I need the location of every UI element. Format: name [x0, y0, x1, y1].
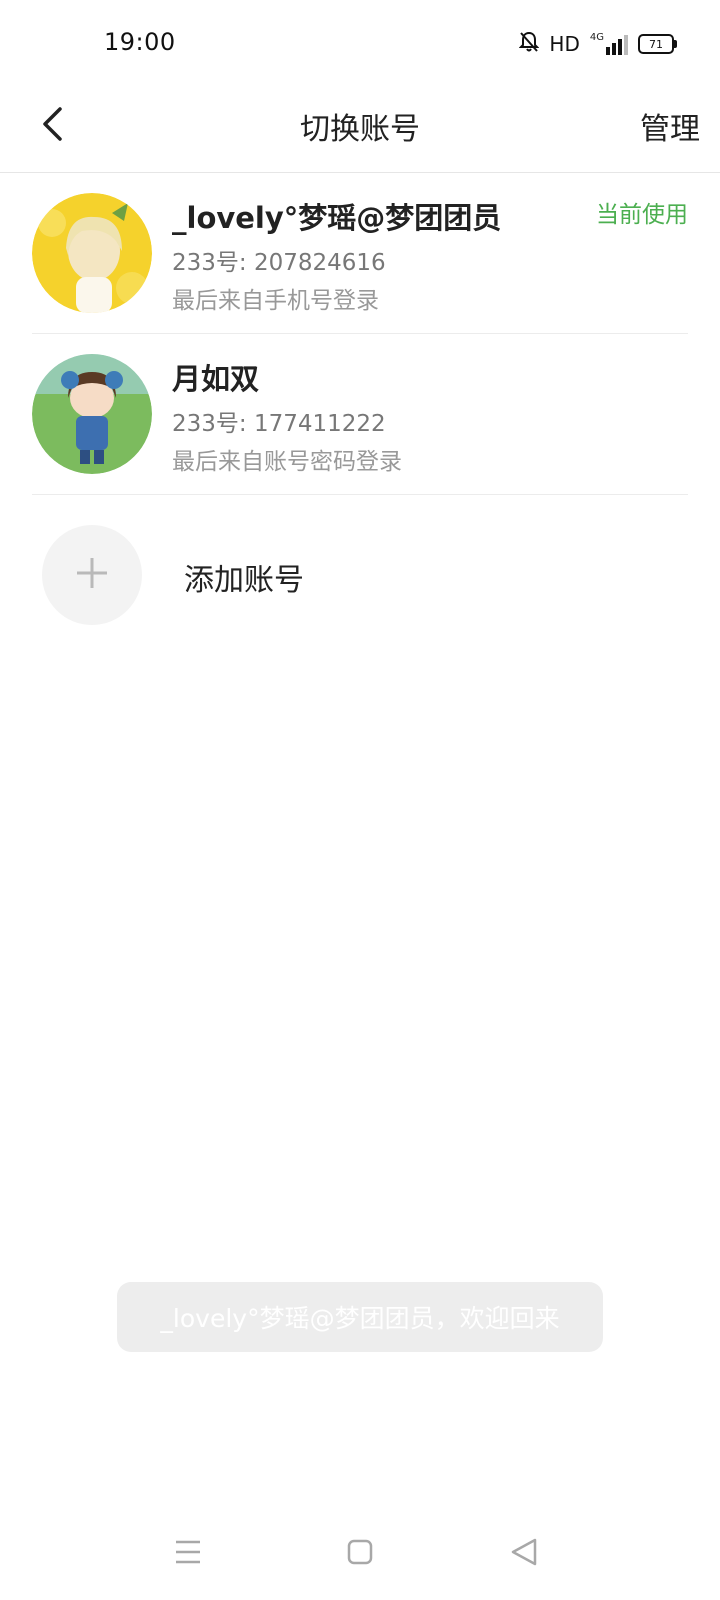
account-id: 233号: 207824616: [172, 250, 386, 276]
header: 切换账号 管理: [0, 90, 720, 173]
avatar: [32, 354, 152, 474]
add-account-button[interactable]: 添加账号: [42, 525, 442, 625]
status-bar: 19:00 HD 4G 71: [0, 0, 720, 90]
add-account-circle: [42, 525, 142, 625]
back-nav-button[interactable]: [500, 1530, 548, 1578]
switch-account-screen: 19:00 HD 4G 71 切换账号 管理 _lovely°梦瑶@梦团团员 2…: [0, 0, 720, 1600]
battery-level: 71: [649, 37, 663, 51]
account-item[interactable]: 月如双 233号: 177411222 最后来自账号密码登录: [32, 334, 688, 495]
account-list: _lovely°梦瑶@梦团团员 233号: 207824616 最后来自手机号登…: [0, 173, 720, 495]
home-square-icon: [347, 1539, 373, 1569]
account-name: _lovely°梦瑶@梦团团员: [172, 201, 502, 235]
home-button[interactable]: [336, 1530, 384, 1578]
bell-muted-icon: [519, 31, 540, 57]
menu-icon: [174, 1539, 202, 1569]
account-login-source: 最后来自手机号登录: [172, 288, 379, 314]
network-label: 4G: [589, 32, 604, 43]
account-id: 233号: 177411222: [172, 411, 386, 437]
toast-message: _lovely°梦瑶@梦团团员，欢迎回来: [160, 1304, 560, 1333]
signal-icon: 4G: [590, 33, 628, 55]
manage-button[interactable]: 管理: [640, 104, 700, 148]
avatar: [32, 193, 152, 313]
system-nav-bar: [0, 1510, 720, 1600]
status-icons: HD 4G 71: [519, 30, 677, 58]
account-name: 月如双: [172, 362, 260, 396]
add-account-label: 添加账号: [184, 563, 304, 598]
plus-icon: [75, 556, 109, 594]
status-time: 19:00: [104, 28, 176, 56]
account-item[interactable]: _lovely°梦瑶@梦团团员 233号: 207824616 最后来自手机号登…: [32, 173, 688, 334]
welcome-toast: _lovely°梦瑶@梦团团员，欢迎回来: [117, 1282, 603, 1352]
current-badge: 当前使用: [596, 202, 688, 228]
recents-button[interactable]: [164, 1530, 212, 1578]
battery-icon: 71: [638, 34, 677, 54]
back-triangle-icon: [510, 1537, 538, 1571]
page-title: 切换账号: [300, 112, 420, 147]
account-login-source: 最后来自账号密码登录: [172, 449, 402, 475]
hd-label: HD: [549, 32, 580, 56]
